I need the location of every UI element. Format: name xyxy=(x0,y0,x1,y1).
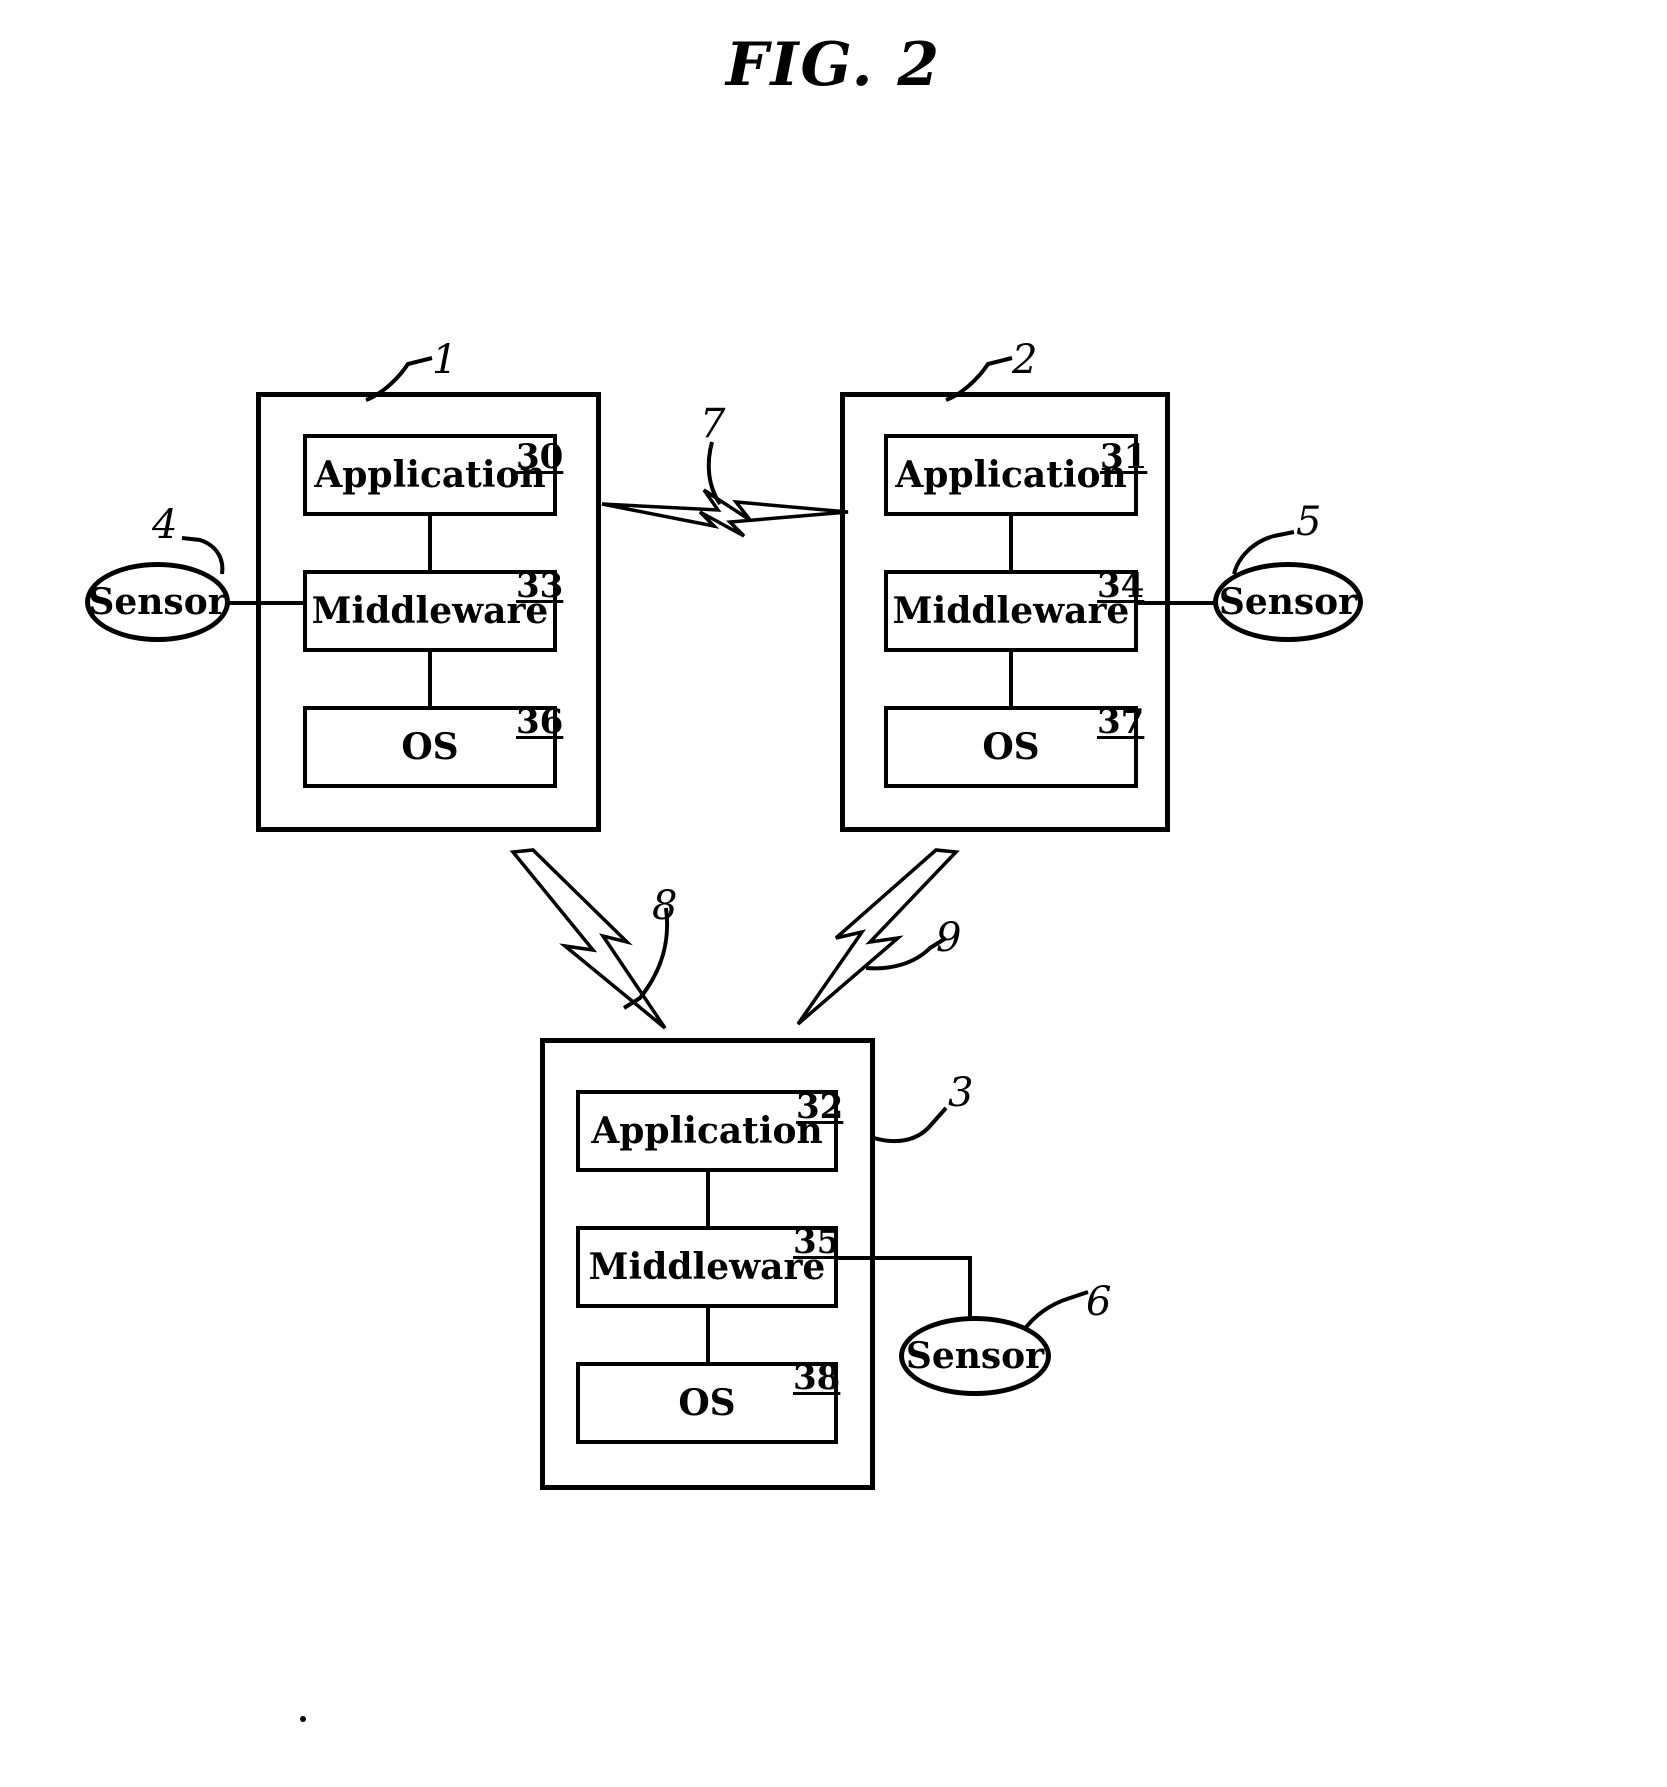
link-8-ref-number: 8 xyxy=(652,883,678,929)
device-1-application-ref-number: 30 xyxy=(516,437,564,477)
device-1-app-to-middleware-link xyxy=(428,516,432,570)
sensor-4-label: Sensor xyxy=(88,581,227,623)
page-foot-dot xyxy=(300,1716,306,1722)
device-3-os-label: OS xyxy=(678,1382,736,1424)
device-3-application-label: Application xyxy=(591,1110,823,1152)
sensor-5-label: Sensor xyxy=(1218,581,1358,623)
sensor-6-label: Sensor xyxy=(905,1335,1045,1377)
device-1-middleware-to-os-link xyxy=(428,652,432,706)
device-1-os-label: OS xyxy=(401,726,459,768)
device-2-middleware-ref-number: 34 xyxy=(1097,566,1145,606)
figure-page: FIG. 2 1 Application 30 Middleware 33 OS… xyxy=(0,0,1667,1787)
device-2-middleware-to-os-link xyxy=(1009,652,1013,706)
figure-title: FIG. 2 xyxy=(725,30,942,100)
device-2-app-to-middleware-link xyxy=(1009,516,1013,570)
link-9-ref-number: 9 xyxy=(936,915,962,961)
device-1-ref-number: 1 xyxy=(432,337,458,383)
device-1-application-label: Application xyxy=(314,454,546,496)
device-3-middleware-to-os-link xyxy=(706,1308,710,1362)
device-2-os-label: OS xyxy=(982,726,1040,768)
device-3-ref-number: 3 xyxy=(948,1070,974,1116)
sensor-6-ref-number: 6 xyxy=(1086,1279,1112,1325)
device-1-middleware-ref-number: 33 xyxy=(516,566,564,606)
device-3-middleware-label: Middleware xyxy=(588,1246,826,1288)
sensor-4-ref-number: 4 xyxy=(152,502,178,548)
device-3-application-ref-number: 32 xyxy=(796,1087,844,1127)
device-2-application-ref-number: 31 xyxy=(1100,437,1148,477)
device-2-application-label: Application xyxy=(895,454,1127,496)
wireless-link-8-bolt xyxy=(509,848,667,1030)
sensor-5-ref-number: 5 xyxy=(1296,499,1322,545)
device-1-middleware-label: Middleware xyxy=(311,590,549,632)
sensor-6-wire-horizontal xyxy=(836,1256,972,1260)
device-3-middleware-ref-number: 35 xyxy=(793,1222,841,1262)
sensor-4-wire xyxy=(218,601,306,605)
link-7-ref-number: 7 xyxy=(700,401,726,447)
device-3-app-to-middleware-link xyxy=(706,1172,710,1226)
sensor-5-wire xyxy=(1136,601,1220,605)
device-2-middleware-label: Middleware xyxy=(892,590,1130,632)
device-3-os-ref-number: 38 xyxy=(793,1358,841,1398)
device-1-os-ref-number: 36 xyxy=(516,702,564,742)
device-2-os-ref-number: 37 xyxy=(1097,702,1145,742)
device-2-ref-number: 2 xyxy=(1012,337,1038,383)
